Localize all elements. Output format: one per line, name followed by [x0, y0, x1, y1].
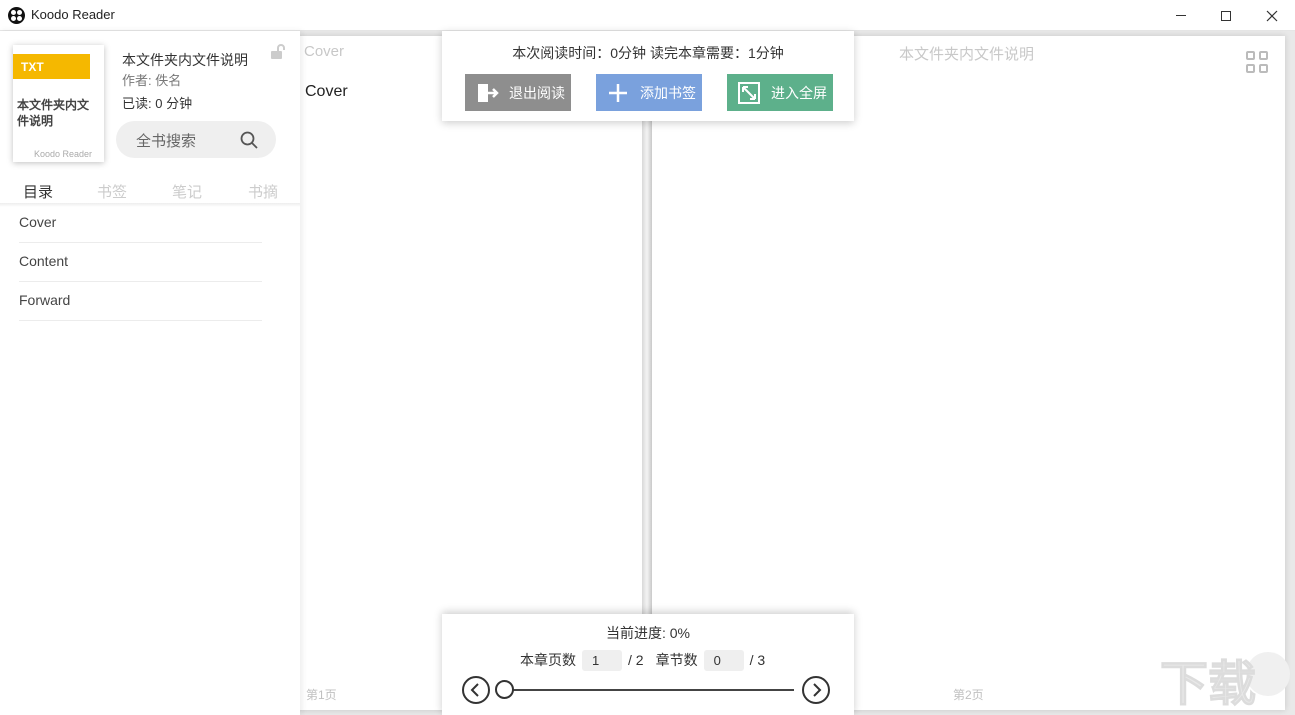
left-page-content: Cover	[305, 83, 348, 100]
minimize-button[interactable]	[1158, 0, 1204, 31]
maximize-icon	[1221, 10, 1231, 21]
toc-item[interactable]: Cover	[19, 204, 262, 243]
tab-digests[interactable]: 书摘	[248, 181, 278, 202]
close-button[interactable]	[1249, 0, 1295, 31]
exit-reading-button[interactable]: 退出阅读	[465, 74, 571, 111]
minimize-icon	[1176, 15, 1186, 16]
prev-page-button[interactable]	[462, 676, 490, 704]
fullscreen-button[interactable]: 进入全屏	[727, 74, 833, 111]
progress-text: 当前进度: 0%	[605, 625, 690, 641]
title-bar: Koodo Reader	[0, 0, 1295, 31]
search-icon[interactable]	[240, 131, 258, 149]
right-page-number: 第2页	[953, 688, 984, 702]
cover-title: 本文件夹内文件说明	[17, 98, 90, 128]
fullscreen-label: 进入全屏	[771, 84, 827, 101]
plus-icon	[609, 83, 627, 102]
search-placeholder: 全书搜索	[136, 133, 197, 150]
search-input[interactable]: 全书搜索	[116, 121, 276, 158]
right-page[interactable]	[652, 36, 1285, 710]
next-page-button[interactable]	[802, 676, 830, 704]
tab-toc[interactable]: 目录	[23, 181, 53, 202]
tab-bookmarks[interactable]: 书签	[97, 181, 127, 202]
left-page-number: 第1页	[306, 688, 337, 702]
chapter-page-total: / 2	[628, 652, 644, 668]
cover-brand: Koodo Reader	[33, 149, 92, 159]
right-page-header: 本文件夹内文件说明	[899, 46, 1035, 63]
reading-time-info: 本次阅读时间：0分钟 读完本章需要：1分钟	[512, 45, 784, 61]
toc-item[interactable]: Forward	[19, 282, 262, 321]
watermark-logo: 下载	[1160, 652, 1290, 710]
bottom-progress-panel: 当前进度: 0% 本章页数 1 / 2 章节数 0 / 3	[442, 614, 854, 715]
grid-icon[interactable]	[1246, 51, 1268, 73]
section-total: / 3	[749, 652, 766, 668]
section-input[interactable]: 0	[703, 649, 744, 671]
window-title: Koodo Reader	[31, 7, 115, 22]
toc-item[interactable]: Content	[19, 243, 262, 282]
chapter-page-input[interactable]: 1	[582, 649, 622, 671]
close-icon	[1266, 10, 1278, 21]
expand-icon	[738, 81, 760, 104]
exit-reading-label: 退出阅读	[509, 84, 565, 101]
chapter-page-label: 本章页数	[520, 652, 576, 668]
left-page[interactable]	[296, 36, 642, 710]
exit-icon	[478, 83, 499, 102]
pager-row: 本章页数 1 / 2 章节数 0 / 3	[520, 649, 765, 671]
book-spine	[642, 36, 652, 710]
maximize-button[interactable]	[1203, 0, 1249, 31]
svg-text:下载: 下载	[1160, 658, 1256, 710]
progress-slider-thumb[interactable]	[495, 680, 514, 699]
unlock-icon[interactable]	[270, 44, 286, 60]
chevron-left-icon	[470, 683, 479, 697]
book-title: 本文件夹内文件说明	[122, 52, 248, 68]
section-label: 章节数	[655, 652, 698, 668]
book-read-time: 已读: 0 分钟	[122, 96, 193, 111]
sidebar: TXT 本文件夹内文件说明 Koodo Reader 本文件夹内文件说明 作者:…	[0, 31, 300, 715]
book-author: 作者: 佚名	[122, 73, 182, 88]
sidebar-tabs: 目录 书签 笔记 书摘	[0, 181, 300, 203]
left-page-header: Cover	[304, 43, 345, 60]
app-logo-icon	[8, 7, 25, 24]
chevron-right-icon	[813, 683, 822, 697]
top-action-panel: 本次阅读时间：0分钟 读完本章需要：1分钟 退出阅读 添加书签 进入全屏	[442, 31, 854, 121]
format-badge: TXT	[13, 54, 90, 79]
tab-notes[interactable]: 笔记	[172, 181, 202, 202]
add-bookmark-button[interactable]: 添加书签	[596, 74, 702, 111]
add-bookmark-label: 添加书签	[640, 84, 696, 101]
progress-slider-track[interactable]	[504, 689, 794, 691]
book-cover[interactable]: TXT 本文件夹内文件说明 Koodo Reader	[13, 45, 104, 162]
